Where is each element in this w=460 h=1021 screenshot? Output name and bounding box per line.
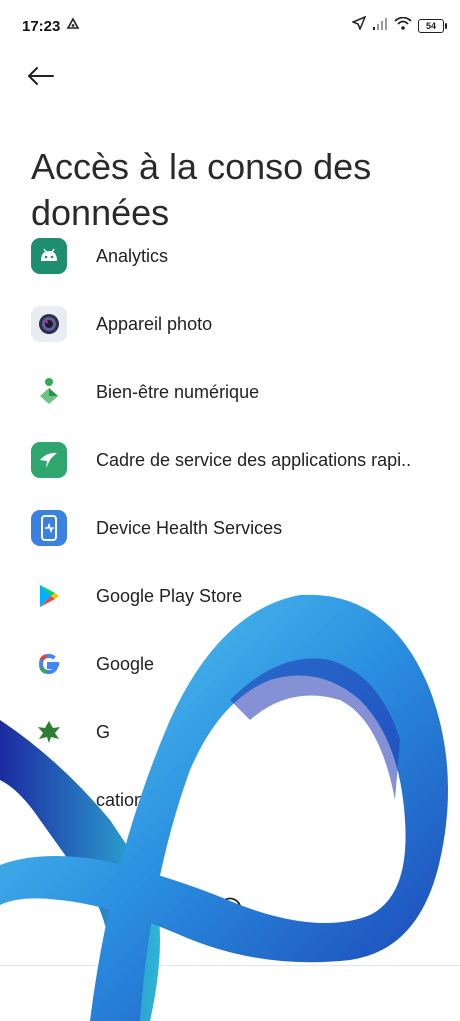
app-label: Google (96, 653, 155, 674)
more-icon (218, 897, 242, 925)
google-icon (31, 646, 67, 682)
app-label: G (96, 721, 111, 742)
hummingbird-icon (31, 442, 67, 478)
wifi-icon (394, 16, 412, 35)
status-time: 17:23 (22, 18, 61, 35)
status-bar: 17:23 54 (0, 0, 460, 56)
list-item-transfer-app[interactable] (0, 834, 460, 902)
app-label: Analytics (96, 245, 169, 266)
transfer-icon (31, 850, 67, 886)
app-label: Google Play Store (96, 585, 243, 606)
list-item-analytics[interactable]: Analytics (0, 222, 460, 290)
leaf-icon (31, 714, 67, 750)
list-item-digital-wellbeing[interactable]: Bien-être numérique (0, 358, 460, 426)
list-item-notifications-app[interactable]: cations (0, 766, 460, 834)
more-options-button[interactable] (218, 897, 242, 921)
list-item-camera[interactable]: Appareil photo (0, 290, 460, 358)
app-list: Analytics Appareil photo Bien-être numér… (0, 222, 460, 902)
location-icon (351, 15, 367, 35)
signal-icon (372, 17, 388, 35)
camera-icon (31, 306, 67, 342)
android-icon (31, 238, 67, 274)
device-health-icon (31, 510, 67, 546)
list-item-quick-apps[interactable]: Cadre de service des applications rapi.. (0, 426, 460, 494)
sync-icon (66, 17, 80, 36)
battery-icon: 54 (418, 18, 447, 33)
app-label: Appareil photo (96, 313, 213, 334)
back-button[interactable] (28, 62, 72, 94)
list-item-google[interactable]: Google (0, 630, 460, 698)
list-item-play-store[interactable]: Google Play Store (0, 562, 460, 630)
status-indicators: 54 (351, 15, 447, 35)
list-item-leaf-app[interactable]: G (0, 698, 460, 766)
list-item-device-health[interactable]: Device Health Services (0, 494, 460, 562)
bottom-divider (0, 965, 460, 966)
app-icon (31, 782, 67, 818)
app-label: Device Health Services (96, 517, 283, 538)
digital-wellbeing-icon (31, 374, 67, 410)
app-label: Bien-être numérique (96, 381, 260, 402)
app-label: cations (96, 789, 154, 810)
app-label: Cadre de service des applications rapi.. (96, 449, 412, 470)
play-store-icon (31, 578, 67, 614)
arrow-left-icon (28, 66, 54, 90)
